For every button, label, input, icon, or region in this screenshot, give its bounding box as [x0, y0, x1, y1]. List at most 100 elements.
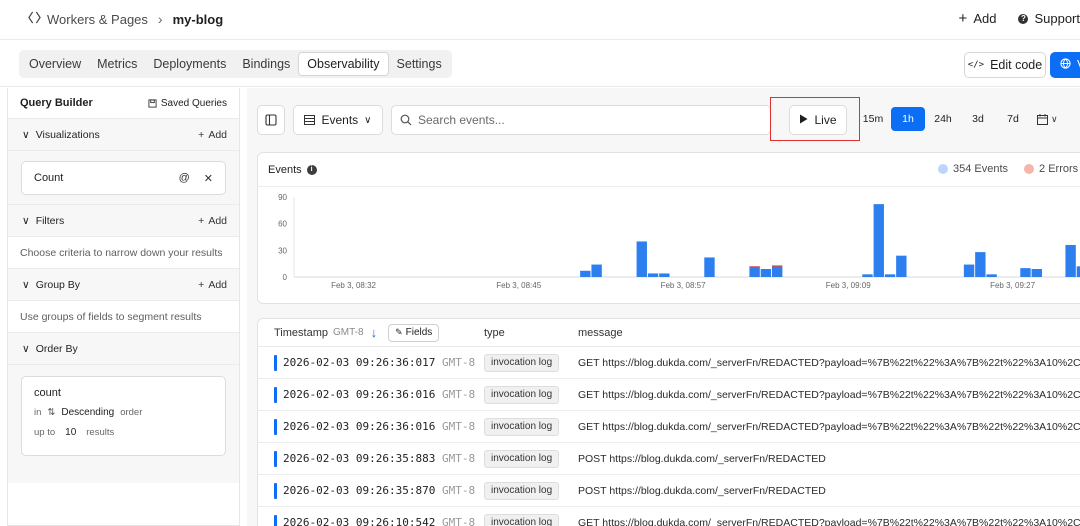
search-icon — [400, 114, 412, 126]
events-dropdown-label: Events — [321, 113, 359, 127]
info-icon[interactable]: i — [306, 164, 317, 175]
globe-icon — [1060, 58, 1071, 72]
visualization-count-card[interactable]: Count @ ✕ — [21, 161, 226, 195]
event-bar — [749, 266, 760, 277]
range-7d[interactable]: 7d — [996, 107, 1030, 131]
add-filter-button[interactable]: + Add — [198, 215, 227, 227]
limit-input[interactable]: 10 — [65, 427, 76, 438]
table-row[interactable]: 2026-02-03 09:26:36:016 GMT-8 invocation … — [258, 379, 1080, 411]
chart-legend: 354 Events 2 Errors — [938, 163, 1078, 175]
calendar-picker-button[interactable]: ∨ — [1031, 107, 1064, 131]
range-15m[interactable]: 15m — [856, 107, 890, 131]
filters-section[interactable]: ∨ Filters + Add — [8, 205, 239, 237]
fields-label: Fields — [405, 327, 433, 338]
tab-overview[interactable]: Overview — [21, 52, 89, 76]
col-timestamp[interactable]: Timestamp — [274, 327, 328, 339]
range-3d[interactable]: 3d — [961, 107, 995, 131]
breadcrumb-project[interactable]: my-blog — [173, 12, 224, 27]
event-bar — [963, 264, 975, 277]
row-type-badge: invocation log — [484, 417, 560, 436]
search-box[interactable] — [391, 105, 771, 135]
query-builder-title: Query Builder — [20, 97, 93, 109]
at-icon[interactable]: @ — [179, 172, 190, 185]
filters-label: Filters — [35, 214, 65, 227]
table-body: 2026-02-03 09:26:36:017 GMT-8 invocation … — [258, 347, 1080, 526]
support-button[interactable]: ? Support — [1018, 11, 1080, 26]
event-bar — [862, 274, 873, 277]
table-row[interactable]: 2026-02-03 09:26:10:542 GMT-8 invocation … — [258, 507, 1080, 526]
table-row[interactable]: 2026-02-03 09:26:35:883 GMT-8 invocation … — [258, 443, 1080, 475]
events-dropdown[interactable]: Events ∨ — [293, 105, 383, 135]
sort-descending-icon[interactable]: ↓ — [371, 325, 378, 340]
tab-bindings[interactable]: Bindings — [234, 52, 298, 76]
range-24h[interactable]: 24h — [926, 107, 960, 131]
filters-help-text: Choose criteria to narrow down your resu… — [8, 237, 239, 269]
search-input[interactable] — [418, 113, 758, 127]
order-by-section[interactable]: ∨ Order By — [8, 333, 239, 365]
live-button[interactable]: Live — [789, 105, 847, 135]
plus-icon: + — [198, 278, 205, 291]
event-bar — [659, 273, 670, 277]
col-timestamp-tz: GMT-8 — [333, 327, 364, 338]
row-type-badge: invocation log — [484, 449, 560, 468]
order-by-label: Order By — [35, 342, 78, 355]
breadcrumb-workers-pages[interactable]: Workers & Pages — [47, 12, 148, 27]
group-by-section[interactable]: ∨ Group By + Add — [8, 269, 239, 301]
saved-queries-button[interactable]: Saved Queries — [148, 98, 227, 109]
sort-icon: ⇅ — [47, 407, 56, 418]
pencil-icon: ✎ — [395, 327, 403, 337]
order-by-card[interactable]: count in ⇅ Descending order up to 10 res… — [21, 376, 226, 456]
visualizations-section[interactable]: ∨ Visualizations + Add — [8, 119, 239, 151]
event-bar — [1031, 269, 1042, 277]
row-message: GET https://blog.dukda.com/_serverFn/RED… — [578, 516, 1080, 526]
chevron-down-icon: ∨ — [22, 278, 30, 291]
chevron-down-icon: ∨ — [22, 128, 30, 141]
y-tick-label: 60 — [278, 220, 287, 229]
order-in-label: in — [34, 407, 42, 418]
tab-deployments[interactable]: Deployments — [145, 52, 234, 76]
add-visualization-button[interactable]: + Add — [198, 129, 227, 141]
time-range-selector: 15m 1h 24h 3d 7d ∨ — [856, 107, 1064, 131]
tab-settings[interactable]: Settings — [389, 52, 450, 76]
visit-button[interactable]: V — [1050, 52, 1080, 78]
col-type[interactable]: type — [484, 327, 505, 339]
add-filter-label: Add — [208, 214, 227, 227]
row-timestamp: 2026-02-03 09:26:36:017 GMT-8 — [283, 356, 476, 369]
row-timestamp: 2026-02-03 09:26:36:016 GMT-8 — [283, 388, 476, 401]
tabs: Overview Metrics Deployments Bindings Ob… — [19, 50, 452, 78]
x-tick-label: Feb 3, 08:32 — [331, 281, 376, 290]
visualizations-label: Visualizations — [35, 128, 100, 141]
x-tick-label: Feb 3, 09:09 — [826, 281, 871, 290]
add-button[interactable]: + Add — [959, 11, 997, 26]
fields-button[interactable]: ✎ Fields — [388, 323, 440, 342]
row-timestamp: 2026-02-03 09:26:35:883 GMT-8 — [283, 452, 476, 465]
live-label: Live — [814, 113, 837, 127]
event-bar — [986, 274, 997, 277]
table-row[interactable]: 2026-02-03 09:26:36:017 GMT-8 invocation … — [258, 347, 1080, 379]
row-message: GET https://blog.dukda.com/_serverFn/RED… — [578, 420, 1080, 433]
row-timestamp: 2026-02-03 09:26:10:542 GMT-8 — [283, 516, 476, 526]
col-message[interactable]: message — [578, 327, 623, 339]
table-row[interactable]: 2026-02-03 09:26:36:016 GMT-8 invocation … — [258, 411, 1080, 443]
tab-observability[interactable]: Observability — [298, 52, 389, 76]
tab-metrics[interactable]: Metrics — [89, 52, 145, 76]
close-icon[interactable]: ✕ — [204, 172, 213, 185]
row-message: GET https://blog.dukda.com/_serverFn/RED… — [578, 356, 1080, 369]
sidebar-panel-icon — [265, 114, 277, 126]
legend-events-swatch — [938, 164, 948, 174]
range-1h[interactable]: 1h — [891, 107, 925, 131]
group-by-help-text: Use groups of fields to segment results — [8, 301, 239, 333]
table-row[interactable]: 2026-02-03 09:26:35:870 GMT-8 invocation … — [258, 475, 1080, 507]
event-bar — [1065, 245, 1076, 277]
edit-code-button[interactable]: </> Edit code — [964, 52, 1046, 78]
order-direction-select[interactable]: Descending — [61, 407, 114, 418]
event-bar — [873, 204, 884, 277]
toggle-sidebar-button[interactable] — [257, 105, 285, 135]
legend-events[interactable]: 354 Events — [938, 163, 1008, 175]
add-group-by-button[interactable]: + Add — [198, 279, 227, 291]
row-level-indicator — [274, 515, 277, 526]
plus-icon: + — [198, 128, 205, 141]
event-bar — [975, 252, 986, 277]
chevron-down-icon: ∨ — [364, 114, 372, 126]
legend-errors[interactable]: 2 Errors — [1024, 163, 1078, 175]
